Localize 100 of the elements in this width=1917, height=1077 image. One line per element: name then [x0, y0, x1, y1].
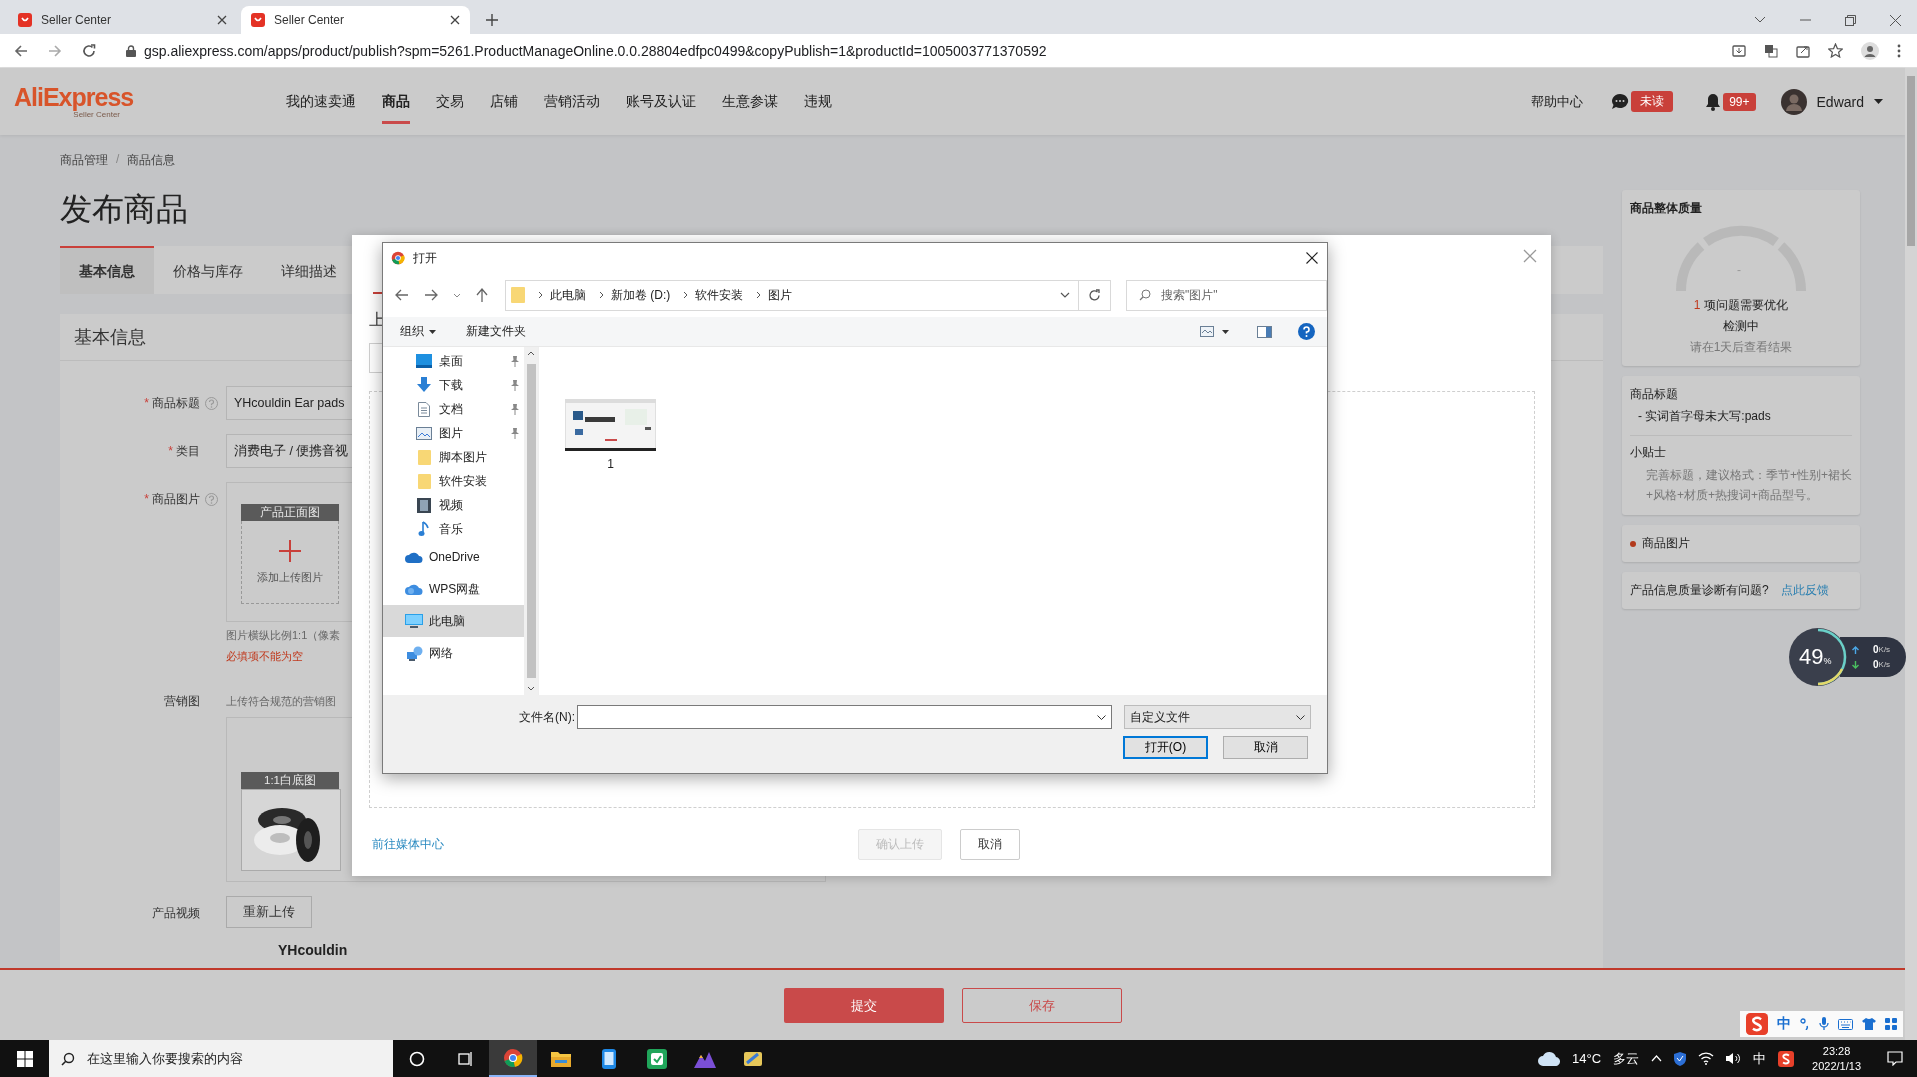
search-field[interactable]: 在这里输入你要搜索的内容 — [49, 1040, 393, 1077]
chevron-right-icon[interactable] — [683, 291, 689, 299]
chevron-down-icon[interactable] — [1097, 714, 1106, 720]
nav-pane-item[interactable]: WPS网盘 — [383, 573, 524, 605]
breadcrumb-item[interactable]: 商品管理 — [60, 152, 108, 170]
path-segment[interactable]: 软件安装 — [695, 286, 744, 304]
file-type-select[interactable]: 自定义文件 — [1124, 705, 1311, 729]
nav-pane-item[interactable]: 音乐 — [383, 517, 524, 541]
scrollbar[interactable] — [1905, 68, 1917, 1040]
file-name[interactable]: 1 — [607, 457, 614, 471]
close-icon[interactable] — [450, 15, 460, 25]
wifi-icon[interactable] — [1698, 1052, 1715, 1065]
check-item[interactable]: 商品图片 — [1642, 535, 1690, 552]
new-folder-button[interactable]: 新建文件夹 — [466, 323, 526, 340]
up-arrow-icon[interactable] — [476, 288, 488, 302]
chevron-up-icon[interactable] — [527, 351, 535, 356]
organize-menu[interactable]: 组织 — [400, 323, 436, 340]
close-icon[interactable] — [1306, 252, 1318, 264]
caret-icon[interactable] — [1874, 99, 1883, 104]
chevron-down-icon[interactable] — [1754, 16, 1766, 24]
nav-pane-item[interactable]: 软件安装 — [383, 469, 524, 493]
back-icon[interactable] — [395, 289, 409, 301]
tab[interactable]: 价格与库存 — [154, 246, 262, 294]
reupload-button[interactable]: 重新上传 — [226, 896, 312, 928]
clock-time[interactable]: 23:28 — [1822, 1043, 1851, 1059]
notification-icon[interactable] — [1887, 1051, 1903, 1066]
translate-icon[interactable] — [1764, 43, 1778, 58]
weather-text[interactable]: 多云 — [1613, 1049, 1640, 1068]
cloud-icon[interactable] — [1538, 1051, 1560, 1066]
grid-icon[interactable] — [1885, 1018, 1897, 1030]
taskbar-button[interactable] — [489, 1040, 537, 1077]
input-method[interactable]: 中 — [1753, 1049, 1767, 1068]
help-link[interactable]: 帮助中心 — [1531, 92, 1584, 111]
network-monitor[interactable]: 49% 0K/s 0K/s — [1788, 627, 1906, 687]
bell-icon[interactable] — [1705, 92, 1722, 111]
nav-pane-item[interactable]: OneDrive — [383, 541, 524, 573]
help-icon[interactable] — [1298, 323, 1315, 340]
breadcrumb-item[interactable]: 商品信息 — [127, 152, 176, 170]
sogou-icon[interactable] — [1778, 1050, 1795, 1067]
chevron-right-icon[interactable] — [599, 291, 604, 299]
view-icon[interactable] — [1200, 326, 1214, 337]
chevron-right-icon[interactable] — [538, 291, 543, 299]
nav-item[interactable]: 我的速卖通 — [286, 68, 356, 135]
pin-icon[interactable] — [510, 427, 520, 439]
clock-date[interactable]: 2022/1/13 — [1812, 1058, 1861, 1074]
path-segment[interactable]: 新加卷 (D:) — [611, 286, 671, 304]
submit-button[interactable]: 提交 — [783, 988, 944, 1023]
nav-item[interactable]: 违规 — [804, 68, 832, 135]
close-icon[interactable] — [217, 15, 227, 25]
star-icon[interactable] — [1828, 43, 1843, 58]
keyboard-icon[interactable] — [1838, 1018, 1853, 1030]
shield-icon[interactable] — [1674, 1051, 1687, 1066]
path-segment[interactable]: 图片 — [768, 286, 793, 304]
path-field[interactable]: 此电脑 新加卷 (D:) 软件安装 图片 — [505, 279, 1079, 311]
microphone-icon[interactable] — [1819, 1017, 1829, 1031]
nav-pane-item[interactable]: 此电脑 — [383, 605, 524, 637]
cancel-button[interactable]: 取消 — [960, 829, 1020, 860]
caret-icon[interactable] — [1222, 329, 1229, 334]
forward-icon[interactable] — [424, 289, 438, 301]
nav-item[interactable]: 生意参谋 — [722, 68, 778, 135]
nav-item[interactable]: 店铺 — [490, 68, 518, 135]
refresh-button[interactable] — [1079, 279, 1111, 311]
pin-icon[interactable] — [510, 355, 520, 367]
open-button[interactable]: 打开(O) — [1123, 736, 1208, 759]
browser-tab[interactable]: Seller Center — [8, 6, 237, 34]
pin-icon[interactable] — [510, 403, 520, 415]
profile-icon[interactable] — [1861, 41, 1879, 60]
speaker-icon[interactable] — [1726, 1052, 1742, 1065]
share-icon[interactable] — [1796, 43, 1810, 58]
temperature[interactable]: 14°C — [1572, 1051, 1602, 1066]
nav-item[interactable]: 交易 — [436, 68, 464, 135]
address-field[interactable]: gsp.aliexpress.com/apps/product/publish?spm=5261.ProductManageOnline.0.0.28804edfpc0499&copyPublish=1&productId=1005003771370592 — [126, 42, 1712, 59]
punctuation-icon[interactable] — [1800, 1018, 1810, 1030]
scrollbar[interactable] — [524, 347, 538, 695]
nav-item[interactable]: 营销活动 — [544, 68, 600, 135]
media-center-link[interactable]: 前往媒体中心 — [372, 836, 444, 853]
scrollbar-thumb[interactable] — [526, 364, 536, 678]
chevron-down-icon[interactable] — [527, 686, 535, 691]
upload-slot[interactable]: 添加上传图片 — [241, 521, 339, 604]
avatar[interactable] — [1780, 88, 1807, 115]
scrollbar-thumb[interactable] — [1907, 76, 1915, 246]
file-name-field[interactable] — [577, 705, 1112, 729]
nav-pane-item[interactable]: 视频 — [383, 493, 524, 517]
reload-icon[interactable] — [82, 43, 96, 58]
nav-item[interactable]: 账号及认证 — [626, 68, 696, 135]
nav-pane-item[interactable]: 脚本图片 — [383, 445, 524, 469]
new-tab-icon[interactable] — [486, 14, 498, 26]
browser-tab[interactable]: Seller Center — [241, 6, 470, 34]
cancel-button[interactable]: 取消 — [1223, 736, 1308, 759]
chevron-down-icon[interactable] — [1060, 292, 1070, 298]
nav-pane-item[interactable]: 图片 — [383, 421, 524, 445]
back-icon[interactable] — [14, 43, 28, 58]
nav-pane-item[interactable]: 网络 — [383, 637, 524, 669]
input-mode[interactable]: 中 — [1777, 1015, 1791, 1033]
tab[interactable]: 基本信息 — [60, 246, 154, 294]
chat-icon[interactable] — [1611, 92, 1630, 111]
install-icon[interactable] — [1732, 43, 1746, 58]
path-segment[interactable]: 此电脑 — [550, 286, 586, 304]
restore-icon[interactable] — [1845, 14, 1856, 26]
pin-icon[interactable] — [510, 379, 520, 391]
